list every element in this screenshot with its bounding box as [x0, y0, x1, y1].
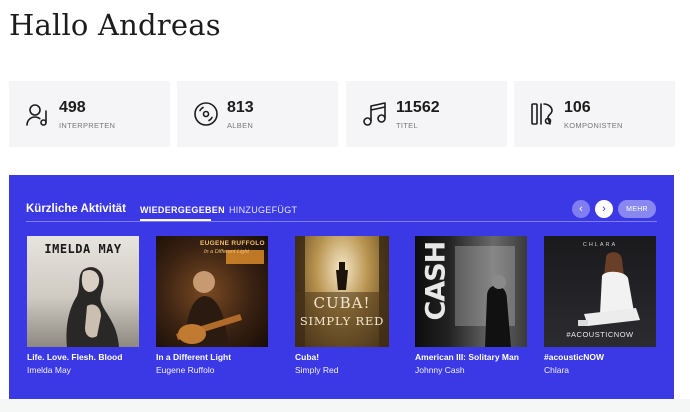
- album-card[interactable]: CUBA! SIMPLY RED Cuba! Simply Red: [295, 236, 407, 375]
- cover-text: CUBA!: [313, 294, 371, 312]
- tab-played[interactable]: WIEDERGEGEBEN: [140, 205, 225, 215]
- page-title: Hallo Andreas: [9, 8, 221, 42]
- cover-text: EUGENE RUFFOLO: [200, 240, 265, 247]
- previous-button[interactable]: ‹: [572, 200, 590, 218]
- next-button[interactable]: ›: [595, 200, 613, 218]
- stat-card-artists[interactable]: 498 INTERPRETEN: [9, 81, 170, 147]
- album-artist[interactable]: Imelda May: [27, 365, 139, 375]
- chevron-left-icon: ‹: [579, 202, 583, 215]
- album-cover[interactable]: IMELDA MAY: [27, 236, 139, 347]
- album-card[interactable]: CASH American III: Solitary Man Johnny C…: [415, 236, 527, 375]
- stat-card-composers[interactable]: 106 KOMPONISTEN: [514, 81, 675, 147]
- album-artist[interactable]: Simply Red: [295, 365, 407, 375]
- album-cover[interactable]: CUBA! SIMPLY RED: [295, 236, 389, 347]
- stat-value: 813: [227, 99, 254, 116]
- activity-title: Kürzliche Aktivität: [26, 203, 126, 215]
- album-artist[interactable]: Chlara: [544, 365, 656, 375]
- album-title[interactable]: Life. Love. Flesh. Blood: [27, 352, 139, 362]
- album-cover[interactable]: CHLARA #ACOUSTICNOW: [544, 236, 656, 347]
- album-artist[interactable]: Johnny Cash: [415, 365, 527, 375]
- chevron-right-icon: ›: [602, 202, 606, 215]
- album-card[interactable]: EUGENE RUFFOLO In a Different Light In a…: [156, 236, 268, 375]
- more-button[interactable]: MEHR: [618, 200, 656, 218]
- stat-card-albums[interactable]: 813 ALBEN: [177, 81, 338, 147]
- cover-text: CHLARA: [582, 242, 618, 248]
- album-title[interactable]: Cuba!: [295, 352, 407, 362]
- cover-text: CASH: [420, 241, 452, 321]
- disc-icon: [193, 101, 219, 127]
- stat-label: ALBEN: [227, 121, 254, 130]
- album-artist[interactable]: Eugene Ruffolo: [156, 365, 268, 375]
- stat-value: 11562: [396, 99, 440, 116]
- album-title[interactable]: #acousticNOW: [544, 352, 656, 362]
- footer-strip: [0, 399, 690, 412]
- cover-subtext: In a Different Light: [204, 249, 249, 255]
- artist-icon: [25, 101, 51, 127]
- music-note-icon: [362, 101, 388, 127]
- composer-icon: [530, 101, 556, 127]
- recent-activity-panel: Kürzliche Aktivität WIEDERGEGEBEN HINZUG…: [9, 175, 674, 399]
- stat-card-tracks[interactable]: 11562 TITEL: [346, 81, 507, 147]
- stat-value: 106: [564, 99, 591, 116]
- album-cover[interactable]: EUGENE RUFFOLO In a Different Light: [156, 236, 268, 347]
- cover-subtext: SIMPLY RED: [299, 314, 385, 328]
- album-card[interactable]: IMELDA MAY Life. Love. Flesh. Blood Imel…: [27, 236, 139, 375]
- stat-label: TITEL: [396, 121, 418, 130]
- album-card[interactable]: CHLARA #ACOUSTICNOW #acousticNOW Chlara: [544, 236, 656, 375]
- divider: [26, 221, 657, 222]
- album-title[interactable]: American III: Solitary Man: [415, 352, 527, 362]
- stat-value: 498: [59, 99, 86, 116]
- cover-text: IMELDA MAY: [44, 242, 122, 256]
- tab-added[interactable]: HINZUGEFÜGT: [229, 205, 297, 215]
- album-cover[interactable]: CASH: [415, 236, 527, 347]
- stat-label: KOMPONISTEN: [564, 121, 623, 130]
- album-title[interactable]: In a Different Light: [156, 352, 268, 362]
- stat-label: INTERPRETEN: [59, 121, 116, 130]
- cover-subtext: #ACOUSTICNOW: [566, 330, 634, 339]
